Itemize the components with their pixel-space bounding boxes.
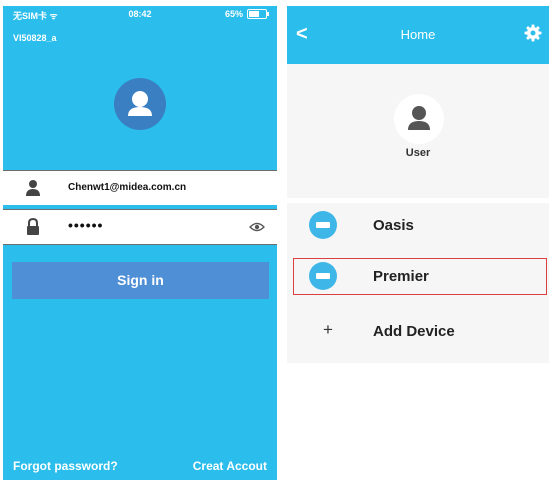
sign-in-button[interactable]: Sign in [12, 262, 269, 299]
user-label: User [405, 147, 431, 159]
device-id-label: VI50828_a [13, 33, 57, 43]
user-profile: User [287, 64, 549, 198]
user-avatar-icon[interactable] [394, 94, 444, 144]
add-device-button[interactable]: + Add Device [287, 309, 549, 355]
device-item-premier[interactable]: Premier [287, 254, 549, 300]
forgot-password-link[interactable]: Forgot password? [13, 459, 118, 473]
username-value: Chenwt1@midea.com.cn [68, 182, 187, 193]
device-item-oasis[interactable]: Oasis [287, 203, 549, 249]
password-field[interactable]: •••••• [3, 209, 277, 245]
nav-bar: < Home [287, 6, 549, 64]
eye-icon[interactable] [249, 221, 265, 233]
device-list: Oasis Premier + Add Device [287, 203, 549, 363]
ac-icon [309, 262, 337, 290]
plus-icon: + [323, 320, 333, 339]
device-name: Premier [373, 268, 429, 285]
status-bar: 无SIM卡 ᯤ 08:42 65% [3, 6, 277, 24]
ac-icon [309, 211, 337, 239]
add-device-label: Add Device [373, 323, 455, 340]
username-field[interactable]: Chenwt1@midea.com.cn [3, 170, 277, 205]
lock-icon [27, 218, 39, 235]
password-value: •••••• [68, 217, 104, 233]
home-screen: < Home User Oasis Premier + Add Device [287, 6, 549, 480]
battery-fill [249, 11, 259, 17]
login-screen: 无SIM卡 ᯤ 08:42 65% VI50828_a Chenwt1@mide… [3, 6, 277, 480]
user-icon [26, 180, 40, 196]
device-name: Oasis [373, 217, 414, 234]
battery-icon [247, 9, 269, 19]
gear-icon[interactable] [524, 24, 542, 42]
page-title: Home [400, 27, 436, 42]
create-account-link[interactable]: Creat Accout [193, 459, 267, 473]
battery-percent: 65% [224, 9, 243, 19]
user-avatar-icon [114, 78, 166, 130]
